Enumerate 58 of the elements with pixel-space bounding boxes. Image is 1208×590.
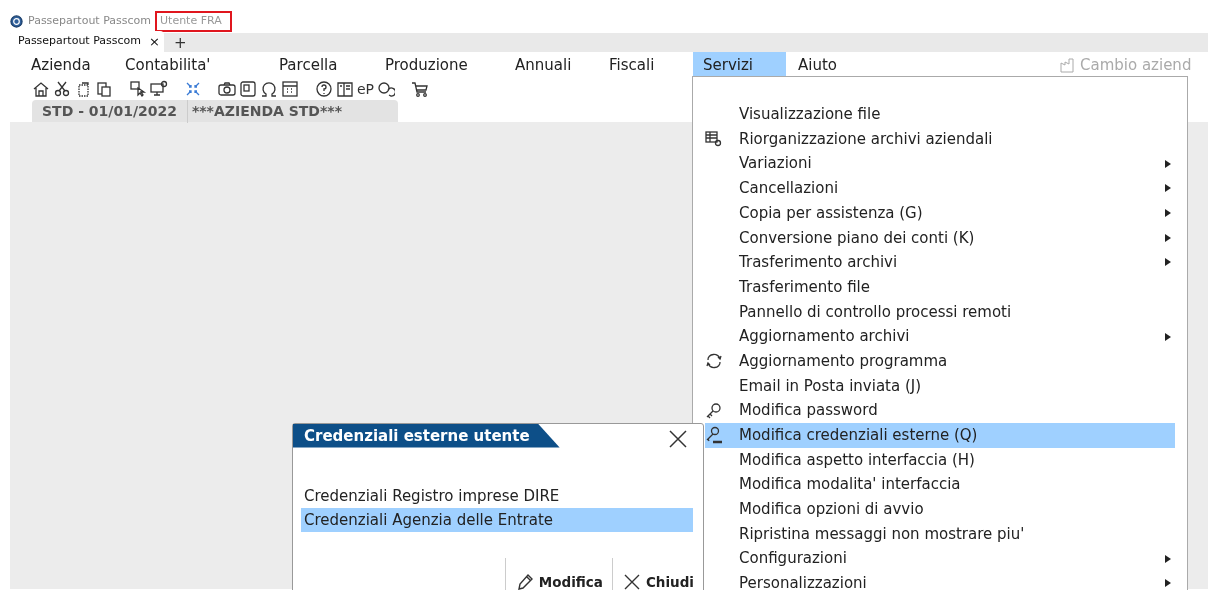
tab-close-button[interactable]: ×	[149, 31, 160, 51]
paste-icon[interactable]	[95, 80, 113, 98]
menu-item[interactable]: Produzione	[385, 51, 515, 78]
calculator-icon[interactable]	[281, 80, 299, 98]
menu-item[interactable]: Personalizzazioni	[705, 571, 1175, 590]
menu-item[interactable]: Cancellazioni	[705, 176, 1175, 201]
book-icon[interactable]	[336, 80, 354, 98]
menu-item[interactable]: Visualizzazione file	[705, 102, 1175, 127]
menu-item[interactable]: Annuali	[515, 51, 609, 78]
menu-item[interactable]: Aggiornamento archivi	[705, 324, 1175, 349]
pointer-icon[interactable]	[129, 80, 147, 98]
menu-item[interactable]: Variazioni	[705, 151, 1175, 177]
monitor-gear-icon[interactable]	[150, 80, 168, 98]
menu-item[interactable]: Modifica modalita' interfaccia	[705, 472, 1175, 497]
menu-item[interactable]: Modifica password	[705, 398, 1175, 423]
menu-item[interactable]: Azienda	[31, 51, 125, 78]
company-date: STD - 01/01/2022	[41, 101, 178, 121]
help-icon[interactable]	[315, 80, 333, 98]
menu-item[interactable]: Trasferimento archivi	[705, 250, 1175, 275]
menu-item[interactable]: Email in Posta inviata (J)	[705, 373, 1175, 399]
menu-item[interactable]: Conversione piano dei conti (K)	[705, 225, 1175, 251]
dialog-title: Credenziali esterne utente	[293, 424, 560, 448]
scissors-icon[interactable]	[53, 80, 71, 98]
cart-icon[interactable]	[411, 80, 430, 98]
menu-item[interactable]: Configurazioni	[705, 546, 1175, 572]
menu-item[interactable]: Parcella	[279, 51, 385, 78]
key-icon	[705, 426, 723, 445]
refresh-icon	[705, 352, 723, 371]
menu-item[interactable]: Modifica credenziali esterne (Q)	[705, 422, 1175, 448]
key-icon	[705, 401, 723, 420]
menu-item[interactable]: Riorganizzazione archivi aziendali	[705, 126, 1175, 152]
menu-item[interactable]: Aggiornamento programma	[705, 348, 1175, 374]
list-item[interactable]: Credenziali Agenzia delle Entrate	[301, 508, 693, 532]
menu-item[interactable]: Aiuto	[798, 51, 837, 78]
menu-item[interactable]: Ripristina messaggi non mostrare piu'	[705, 521, 1175, 547]
browser-tab[interactable]: Passepartout Passcom ×	[10, 30, 164, 52]
menu-item[interactable]: Contabilita'	[125, 51, 279, 78]
close-icon	[622, 573, 641, 590]
menu-item[interactable]: Trasferimento file	[705, 274, 1175, 300]
window-icon[interactable]	[239, 80, 257, 98]
ep-toolbar-button[interactable]: eP	[357, 80, 375, 98]
list-item[interactable]: Credenziali Registro imprese DIRE	[301, 484, 693, 508]
omega-icon[interactable]	[260, 80, 278, 98]
factory-icon	[1060, 57, 1076, 74]
new-tab-button[interactable]: +	[163, 35, 197, 52]
home-icon[interactable]	[32, 80, 50, 98]
shrink-icon[interactable]	[184, 80, 202, 98]
menu-item[interactable]: Fiscali	[609, 51, 693, 78]
camera-icon[interactable]	[218, 80, 236, 98]
menu-item[interactable]: Pannello di controllo processi remoti	[705, 299, 1175, 325]
app-logo-icon	[10, 15, 23, 28]
table-gear-icon	[705, 130, 723, 149]
menu-item[interactable]: Modifica aspetto interfaccia (H)	[705, 447, 1175, 473]
pencil-icon	[515, 573, 534, 590]
menu-item[interactable]: Copia per assistenza (G)	[705, 200, 1175, 226]
user-label: Utente FRA	[155, 11, 232, 32]
menu-item[interactable]: Modifica opzioni di avvio	[705, 497, 1175, 522]
window-title: Passepartout Passcom	[28, 13, 151, 30]
